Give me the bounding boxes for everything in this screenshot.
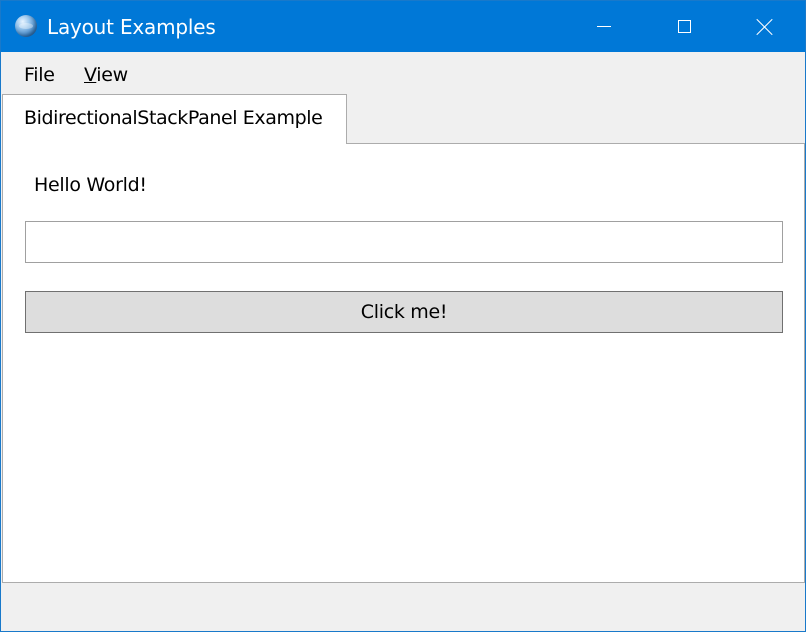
maximize-button[interactable] [644, 1, 724, 52]
text-input[interactable] [25, 221, 783, 263]
menu-item-view[interactable]: View [84, 64, 128, 86]
menu-item-view-mnemonic: V [84, 64, 97, 86]
tab-label: BidirectionalStackPanel Example [24, 107, 323, 129]
close-icon [756, 18, 774, 36]
tab-bidirectional-stackpanel-example[interactable]: BidirectionalStackPanel Example [2, 94, 347, 144]
minimize-button[interactable] [564, 1, 644, 52]
greeting-label: Hello World! [34, 174, 147, 196]
window-title: Layout Examples [47, 15, 216, 39]
title-bar[interactable]: Layout Examples [1, 1, 805, 52]
app-window: Layout Examples File View BidirectionalS… [0, 0, 806, 632]
maximize-icon [677, 20, 691, 33]
close-button[interactable] [725, 1, 805, 52]
menu-item-view-rest: iew [96, 64, 128, 86]
menu-item-file[interactable]: File [24, 64, 55, 86]
menu-bar: File View [1, 52, 805, 94]
tab-strip: BidirectionalStackPanel Example [1, 94, 805, 144]
minimize-icon [597, 26, 611, 27]
click-me-button[interactable]: Click me! [25, 291, 783, 333]
globe-icon[interactable] [15, 15, 37, 37]
tab-content-panel: Hello World! Click me! [2, 143, 805, 583]
status-bar [1, 583, 805, 631]
